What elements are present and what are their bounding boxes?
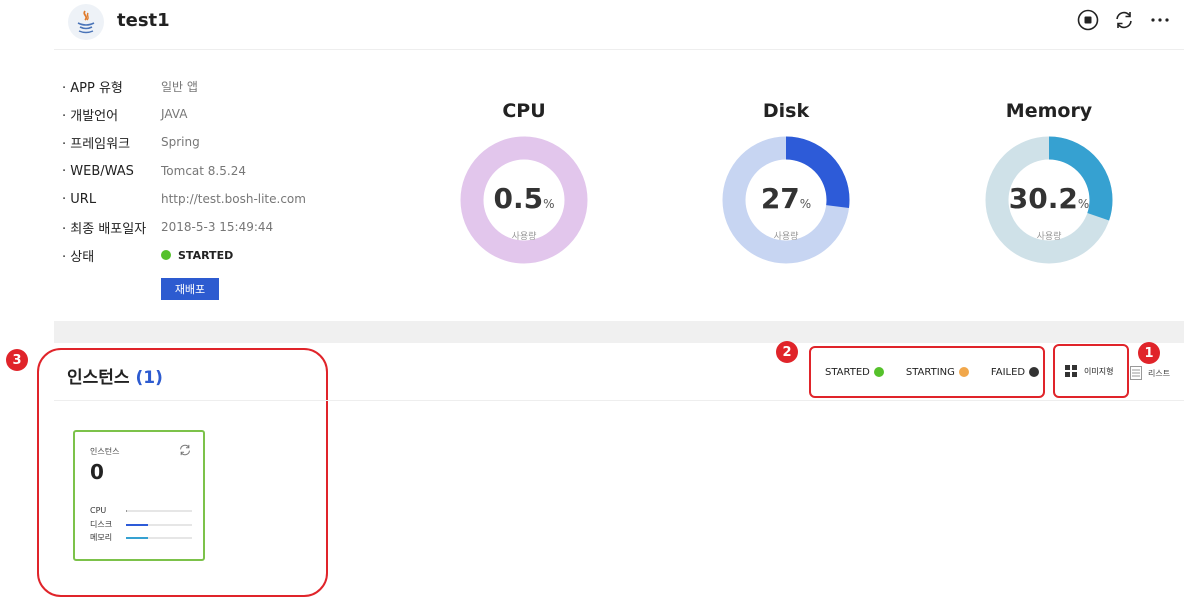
gauge-number: 27 <box>760 182 800 215</box>
gauge-sub-cpu: 사용량 <box>511 232 537 242</box>
info-value: Tomcat 8.5.24 <box>161 164 246 178</box>
instances-title-label: 인스턴스 <box>67 368 130 388</box>
header-divider <box>54 49 1184 50</box>
metric-label: 메모리 <box>90 533 113 542</box>
gauge-unit: % <box>1077 197 1090 211</box>
gauge-number: 0.5 <box>493 182 544 215</box>
annotation-badge-1: 1 <box>1138 342 1160 364</box>
instances-divider <box>54 400 1184 401</box>
info-label: · URL <box>62 191 97 207</box>
status-dot <box>161 250 171 260</box>
info-label: · 개발언어 <box>62 108 119 124</box>
legend-dot <box>873 367 884 377</box>
gauge-value-memory: 30.2% <box>979 182 1119 215</box>
gauge-title-memory: Memory <box>1005 100 1093 122</box>
info-value[interactable]: http://test.bosh-lite.com <box>161 192 306 206</box>
legend-dot <box>958 367 969 377</box>
stop-icon[interactable] <box>1076 8 1100 32</box>
metric-label: 디스크 <box>90 520 113 529</box>
legend-label: FAILED <box>990 366 1026 378</box>
info-row-framework: · 프레임워크 Spring <box>62 132 200 152</box>
metric-fill <box>126 536 148 539</box>
info-value: 일반 앱 <box>161 79 198 94</box>
legend-failed: FAILED <box>990 366 1040 378</box>
legend-started: STARTED <box>825 367 884 378</box>
refresh-icon[interactable] <box>1112 8 1136 32</box>
view-mode-image-label: 이미지형 <box>1084 366 1114 376</box>
metric-bar <box>126 523 192 526</box>
info-value: 2018-5-3 15:49:44 <box>161 220 274 234</box>
instance-card-number: 0 <box>90 460 104 484</box>
app-title: test1 <box>117 10 170 31</box>
info-label: · WEB/WAS <box>62 163 134 179</box>
annotation-badge-3: 3 <box>6 349 28 371</box>
legend-label: STARTING <box>905 366 955 378</box>
grid-view-icon <box>1065 365 1077 377</box>
metric-fill <box>126 509 127 512</box>
instance-card-label: 인스턴스 <box>90 447 120 456</box>
info-row-app-type: · APP 유형 일반 앱 <box>62 76 198 96</box>
info-label: · APP 유형 <box>62 80 123 96</box>
list-view-icon <box>1130 366 1142 380</box>
info-value: Spring <box>161 135 200 149</box>
gauge-sub-memory: 사용량 <box>1036 232 1062 242</box>
gauge-value-cpu: 0.5% <box>454 182 594 215</box>
instance-card[interactable]: 인스턴스 0 CPU 디스크 메모리 <box>73 430 205 561</box>
info-row-deploy-date: · 최종 배포일자 2018-5-3 15:49:44 <box>62 217 273 237</box>
info-value: JAVA <box>161 107 188 121</box>
info-row-status: · 상태 STARTED <box>62 245 233 265</box>
status-legend: STARTED STARTING FAILED <box>809 346 1045 398</box>
legend-starting: STARTING <box>906 367 969 378</box>
gauge-unit: % <box>543 197 555 211</box>
status-badge: STARTED <box>178 248 234 262</box>
gauge-unit: % <box>799 197 812 211</box>
header-actions <box>1076 8 1172 32</box>
metric-label: CPU <box>90 506 107 515</box>
gauge-value-disk: 27% <box>716 182 856 215</box>
instance-metric-memory: 메모리 <box>90 532 192 543</box>
info-label: · 상태 <box>62 249 95 265</box>
metric-bar <box>126 509 192 512</box>
legend-label: STARTED <box>825 366 870 378</box>
info-row-web-was: · WEB/WAS Tomcat 8.5.24 <box>62 161 246 181</box>
instance-metric-cpu: CPU <box>90 506 192 515</box>
metric-bar <box>126 536 192 539</box>
gauge-sub-disk: 사용량 <box>773 232 799 242</box>
gauge-title-disk: Disk <box>762 100 810 122</box>
instance-metric-disk: 디스크 <box>90 519 192 530</box>
info-label: · 프레임워크 <box>62 136 131 152</box>
gauge-title-cpu: CPU <box>502 100 546 122</box>
gauge-number: 30.2 <box>1008 182 1078 215</box>
legend-dot <box>1029 367 1040 377</box>
info-row-language: · 개발언어 JAVA <box>62 104 187 124</box>
view-mode-image-button[interactable]: 이미지형 <box>1053 344 1129 398</box>
java-logo-icon <box>68 4 104 40</box>
redeploy-button[interactable]: 재배포 <box>161 278 219 300</box>
section-separator <box>54 321 1184 343</box>
metric-fill <box>126 523 148 526</box>
more-icon[interactable] <box>1148 8 1172 32</box>
info-row-url: · URL http://test.bosh-lite.com <box>62 189 306 209</box>
instances-title: 인스턴스 (1) <box>67 363 163 388</box>
view-mode-list-label: 리스트 <box>1148 368 1171 378</box>
instances-count: (1) <box>135 368 163 388</box>
info-label: · 최종 배포일자 <box>62 221 147 237</box>
view-mode-list-button[interactable]: 리스트 <box>1130 366 1170 380</box>
instance-refresh-icon[interactable] <box>178 442 192 461</box>
annotation-badge-2: 2 <box>776 341 798 363</box>
